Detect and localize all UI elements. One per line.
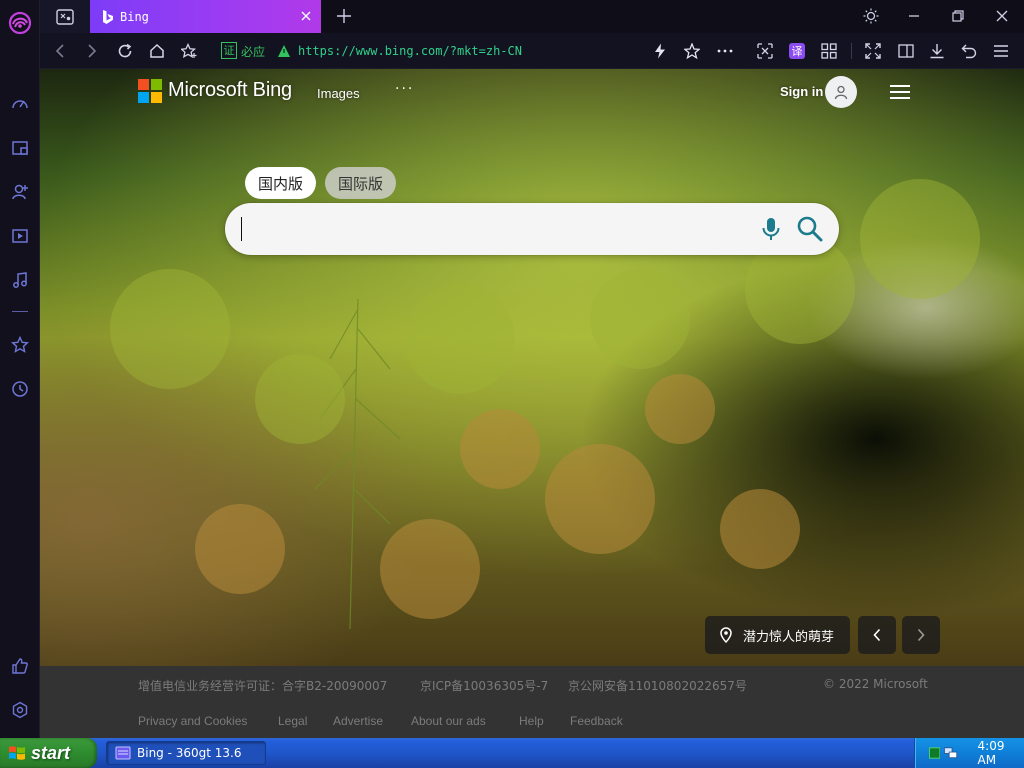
tab-domestic[interactable]: 国内版 — [245, 167, 317, 199]
screenshot-scissors-icon[interactable] — [754, 40, 776, 62]
footer-link-about-ads[interactable]: About our ads — [411, 714, 486, 728]
browser-menu-icon[interactable] — [990, 40, 1012, 62]
sidebar-divider — [12, 311, 28, 312]
image-caption-button[interactable]: 潜力惊人的萌芽 — [705, 616, 851, 654]
background-moss-photo — [40, 69, 1024, 666]
footer-link-help[interactable]: Help — [519, 714, 544, 728]
search-box — [225, 203, 839, 255]
thumbs-up-icon[interactable] — [8, 654, 32, 678]
next-image-button[interactable] — [902, 616, 940, 654]
sign-in-link[interactable]: Sign in — [780, 84, 823, 99]
hamburger-menu-icon[interactable] — [888, 82, 912, 102]
search-icon[interactable] — [796, 215, 824, 243]
bing-homepage: Microsoft Bing Images ··· Sign in 国内版 国际… — [40, 69, 1024, 738]
video-icon[interactable] — [8, 224, 32, 248]
minimize-icon[interactable] — [902, 4, 926, 28]
text-caret — [241, 217, 242, 241]
undo-icon[interactable] — [958, 40, 980, 62]
tab-bing[interactable]: Bing — [90, 0, 321, 33]
system-tray: 4:09 AM — [914, 738, 1024, 768]
user-icon — [834, 85, 848, 100]
url-input[interactable] — [298, 39, 628, 63]
previous-image-button[interactable] — [858, 616, 896, 654]
image-caption: 潜力惊人的萌芽 — [743, 629, 835, 645]
close-window-icon[interactable] — [990, 4, 1014, 28]
avatar[interactable] — [825, 76, 857, 108]
nav-images-link[interactable]: Images — [317, 86, 360, 101]
new-tab-icon[interactable] — [334, 6, 354, 26]
secure-lock-icon[interactable] — [277, 43, 291, 57]
skin-theme-icon[interactable] — [859, 4, 883, 28]
bookmark-add-icon[interactable] — [178, 40, 200, 62]
apps-grid-icon[interactable] — [818, 40, 840, 62]
history-icon[interactable] — [8, 377, 32, 401]
speedometer-icon[interactable] — [8, 92, 32, 116]
microsoft-logo-icon[interactable] — [138, 79, 162, 103]
tab-international[interactable]: 国际版 — [325, 167, 397, 199]
back-icon[interactable] — [49, 40, 71, 62]
tray-app-icon[interactable] — [929, 747, 941, 759]
add-user-icon[interactable] — [8, 180, 32, 204]
browser-sidebar — [0, 0, 40, 738]
footer-copyright: © 2022 Microsoft — [823, 677, 928, 691]
favorite-star-icon[interactable] — [681, 40, 703, 62]
footer-police-record[interactable]: 京公网安备11010802022657号 — [568, 677, 747, 694]
download-icon[interactable] — [926, 40, 948, 62]
tab-title: Bing — [120, 9, 149, 24]
toolbar-divider — [851, 43, 852, 59]
footer-license: 增值电信业务经营许可证：合字B2-20090007 — [138, 679, 388, 693]
start-label: start — [31, 742, 71, 763]
site-name: 必应 — [241, 45, 266, 59]
restore-icon[interactable] — [946, 4, 970, 28]
taskbar-item-label: Bing - 360gt 13.6 — [137, 746, 242, 760]
clock[interactable]: 4:09 AM — [978, 739, 1024, 767]
footer-link-advertise[interactable]: Advertise — [333, 714, 383, 728]
brand-name[interactable]: Microsoft Bing — [168, 79, 292, 102]
more-icon[interactable] — [714, 40, 736, 62]
microphone-icon[interactable] — [759, 216, 783, 242]
tab-manager-icon[interactable] — [40, 0, 90, 33]
footer-link-feedback[interactable]: Feedback — [570, 714, 623, 728]
bing-favicon-icon — [103, 9, 113, 24]
home-icon[interactable] — [146, 40, 168, 62]
settings-icon[interactable] — [8, 698, 32, 722]
browser-window-icon — [115, 746, 131, 760]
windows-taskbar: start Bing - 360gt 13.6 4:09 AM — [0, 738, 1024, 768]
music-icon[interactable] — [8, 268, 32, 292]
chevron-left-icon — [873, 628, 881, 642]
address-bar-row: 证 必应 译 — [40, 33, 1024, 69]
panel-icon[interactable] — [8, 136, 32, 160]
location-pin-icon — [720, 627, 732, 643]
footer-link-legal[interactable]: Legal — [278, 714, 307, 728]
certificate-badge[interactable]: 证 — [221, 42, 237, 59]
sidebar-toggle-icon[interactable] — [895, 40, 917, 62]
fullscreen-icon[interactable] — [862, 40, 884, 62]
network-icon[interactable] — [944, 747, 958, 759]
windows-logo-icon — [9, 746, 25, 760]
forward-icon[interactable] — [81, 40, 103, 62]
tab-close-icon[interactable] — [299, 9, 313, 23]
start-button[interactable]: start — [0, 738, 97, 768]
footer-icp[interactable]: 京ICP备10036305号-7 — [420, 677, 548, 694]
star-icon[interactable] — [8, 333, 32, 357]
lightning-icon[interactable] — [649, 40, 671, 62]
reload-icon[interactable] — [114, 40, 136, 62]
tab-strip: Bing — [40, 0, 1024, 33]
browser-logo-icon[interactable] — [8, 11, 32, 35]
chevron-right-icon — [917, 628, 925, 642]
footer-link-privacy[interactable]: Privacy and Cookies — [138, 714, 247, 728]
taskbar-item-browser[interactable]: Bing - 360gt 13.6 — [106, 741, 266, 765]
translate-icon[interactable]: 译 — [786, 40, 808, 62]
nav-more-button[interactable]: ··· — [395, 81, 414, 97]
page-footer: 增值电信业务经营许可证：合字B2-20090007 京ICP备10036305号… — [40, 666, 1024, 738]
bing-header: Microsoft Bing Images ··· Sign in — [40, 69, 1024, 115]
search-input[interactable] — [241, 215, 741, 243]
